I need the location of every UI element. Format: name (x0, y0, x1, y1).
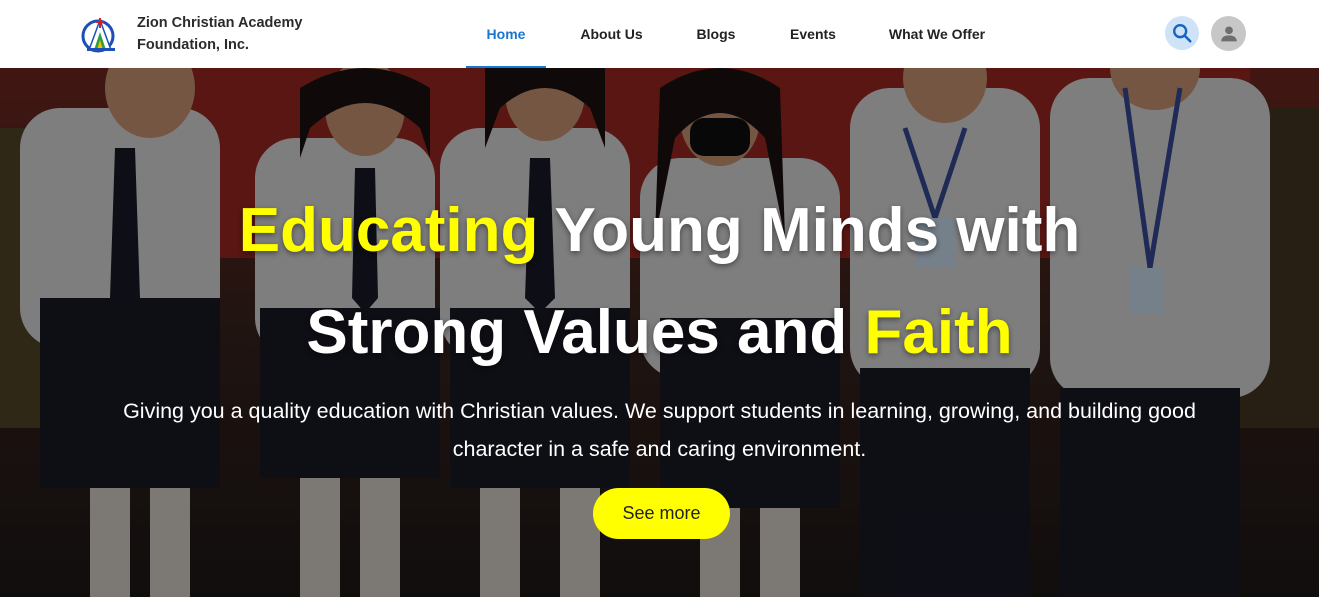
nav-item-what-we-offer[interactable]: What We Offer (871, 0, 1003, 68)
nav-item-events[interactable]: Events (755, 0, 871, 68)
nav-item-home[interactable]: Home (466, 0, 546, 68)
headline-text-line2: Strong Values and (306, 298, 865, 367)
nav-item-blogs[interactable]: Blogs (677, 0, 755, 68)
search-icon (1173, 24, 1192, 43)
school-logo-icon (81, 17, 115, 53)
see-more-button[interactable]: See more (593, 488, 730, 539)
brand-name: Zion Christian Academy Foundation, Inc. (137, 12, 302, 56)
headline-highlight-faith: Faith (864, 298, 1013, 367)
hero-headline: Educating Young Minds with Strong Values… (0, 180, 1319, 384)
headline-highlight-educating: Educating (238, 196, 539, 265)
hero-subtext: Giving you a quality education with Chri… (123, 399, 1196, 461)
nav-item-about-us[interactable]: About Us (546, 0, 677, 68)
headline-text-line1: Young Minds with (538, 196, 1081, 265)
brand[interactable]: Zion Christian Academy Foundation, Inc. (80, 12, 302, 56)
hero-section: Educating Young Minds with Strong Values… (0, 68, 1319, 597)
brand-name-line1: Zion Christian Academy (137, 15, 303, 31)
main-nav: Home About Us Blogs Events What We Offer (466, 0, 1003, 68)
user-avatar-button[interactable] (1211, 16, 1246, 51)
user-avatar-icon (1220, 25, 1237, 41)
search-button[interactable] (1165, 16, 1199, 50)
hero-headline-line2: Strong Values and Faith (0, 282, 1319, 384)
site-header: Zion Christian Academy Foundation, Inc. … (0, 0, 1319, 68)
brand-name-line2: Foundation, Inc. (137, 37, 249, 53)
hero-headline-line1: Educating Young Minds with (0, 180, 1319, 282)
